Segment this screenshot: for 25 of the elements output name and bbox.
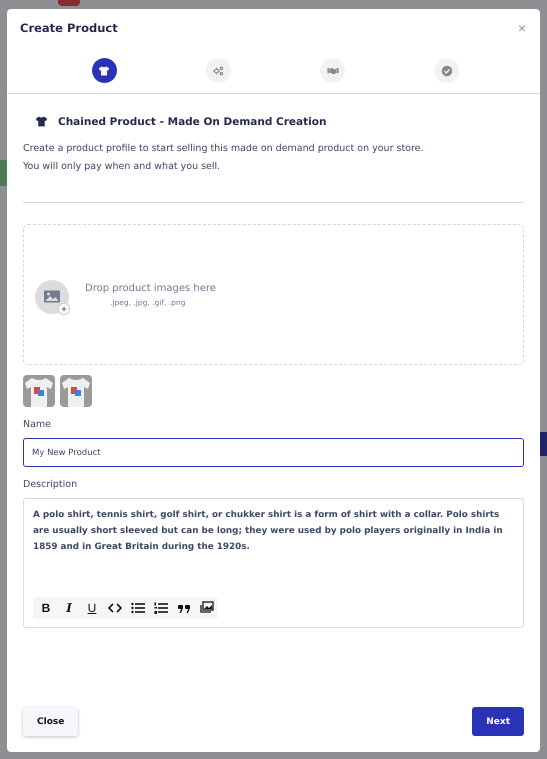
bullet-list-icon[interactable]: [131, 601, 145, 615]
numbered-list-icon[interactable]: [154, 601, 168, 615]
italic-button[interactable]: I: [62, 600, 76, 616]
dropzone-title: Drop product images here: [85, 282, 216, 294]
description-text: A polo shirt, tennis shirt, golf shirt, or chukker shirt is a form of shirt with a collar. Polo shirts are usually short sleeved but can be long; they were used by polo players originally in India in 1859 and in Great Britain during the 1920s.: [33, 509, 504, 554]
description-editor[interactable]: [23, 498, 524, 628]
name-input[interactable]: My New Product: [23, 438, 524, 467]
underline-button[interactable]: U: [85, 600, 99, 616]
section-heading: Chained Product - Made On Demand Creation: [58, 116, 326, 128]
intro-text: Create a product profile to start selling this made on demand product on your store.: [23, 142, 425, 156]
intro-text: You will only pay when and what you sell.: [23, 160, 222, 174]
gears-icon: [212, 64, 224, 76]
image-upload-icon: [35, 280, 73, 316]
next-button[interactable]: Next: [472, 707, 524, 736]
shirt-icon: [35, 115, 48, 128]
check-circle-icon: [440, 64, 453, 76]
code-icon[interactable]: [108, 601, 122, 615]
close-button[interactable]: Close: [23, 707, 78, 736]
bold-button[interactable]: B: [39, 600, 53, 616]
description-label: Description: [23, 479, 78, 490]
shirt-icon: [98, 64, 110, 76]
image-icon[interactable]: [200, 601, 214, 615]
name-label: Name: [23, 419, 52, 430]
step-tab[interactable]: [92, 58, 117, 83]
dialog-title: Create Product: [20, 21, 118, 35]
